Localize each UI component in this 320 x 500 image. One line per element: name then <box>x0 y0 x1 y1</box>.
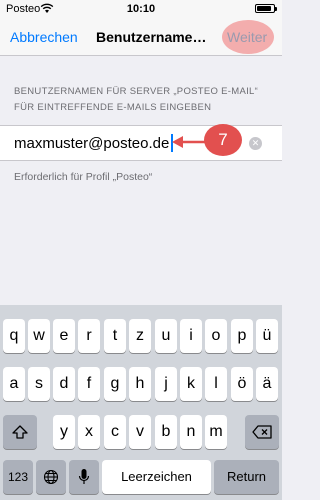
globe-icon <box>43 469 59 485</box>
key-z[interactable]: z <box>129 319 151 353</box>
key-y[interactable]: y <box>53 415 75 449</box>
shift-icon <box>12 425 28 439</box>
key-s[interactable]: s <box>28 367 50 401</box>
key-g[interactable]: g <box>104 367 126 401</box>
key-t[interactable]: t <box>104 319 126 353</box>
key-u[interactable]: u <box>155 319 177 353</box>
page-title: Benutzername… <box>96 29 207 45</box>
key-k[interactable]: k <box>180 367 202 401</box>
key-d[interactable]: d <box>53 367 75 401</box>
key-v[interactable]: v <box>129 415 151 449</box>
dictation-key[interactable] <box>69 460 99 494</box>
key-l[interactable]: l <box>205 367 227 401</box>
section-header: BENUTZERNAMEN FÜR SERVER „POSTEO E-MAIL“… <box>14 86 259 113</box>
step-badge: 7 <box>204 124 242 156</box>
key-oe[interactable]: ö <box>231 367 253 401</box>
key-a[interactable]: a <box>3 367 25 401</box>
footer-note: Erforderlich für Profil „Posteo“ <box>14 171 153 183</box>
key-x[interactable]: x <box>78 415 100 449</box>
microphone-icon <box>78 469 90 484</box>
delete-key[interactable] <box>245 415 279 449</box>
status-time: 10:10 <box>126 3 156 15</box>
return-key[interactable]: Return <box>214 460 279 494</box>
clear-icon[interactable]: ✕ <box>249 137 262 150</box>
delete-icon <box>252 425 272 439</box>
key-i[interactable]: i <box>180 319 202 353</box>
username-value[interactable]: maxmuster@posteo.de <box>14 135 169 152</box>
next-button[interactable]: Weiter <box>227 29 267 45</box>
key-p[interactable]: p <box>231 319 253 353</box>
key-j[interactable]: j <box>155 367 177 401</box>
navigation-bar: Abbrechen Benutzername… Weiter <box>0 18 282 56</box>
globe-key[interactable] <box>36 460 66 494</box>
key-n[interactable]: n <box>180 415 202 449</box>
battery-icon <box>255 4 277 13</box>
key-o[interactable]: o <box>205 319 227 353</box>
cancel-button[interactable]: Abbrechen <box>10 29 78 45</box>
status-bar: Posteo 10:10 <box>0 0 282 18</box>
key-q[interactable]: q <box>3 319 25 353</box>
key-f[interactable]: f <box>78 367 100 401</box>
key-b[interactable]: b <box>155 415 177 449</box>
key-ue[interactable]: ü <box>256 319 278 353</box>
numbers-key[interactable]: 123 <box>3 460 33 494</box>
key-h[interactable]: h <box>129 367 151 401</box>
shift-key[interactable] <box>3 415 37 449</box>
space-key[interactable]: Leerzeichen <box>102 460 211 494</box>
key-e[interactable]: e <box>53 319 75 353</box>
key-w[interactable]: w <box>28 319 50 353</box>
keyboard: q w e r t z u i o p ü a s d f g h j k l … <box>0 305 282 500</box>
key-c[interactable]: c <box>104 415 126 449</box>
key-ae[interactable]: ä <box>256 367 278 401</box>
key-m[interactable]: m <box>205 415 227 449</box>
key-r[interactable]: r <box>78 319 100 353</box>
